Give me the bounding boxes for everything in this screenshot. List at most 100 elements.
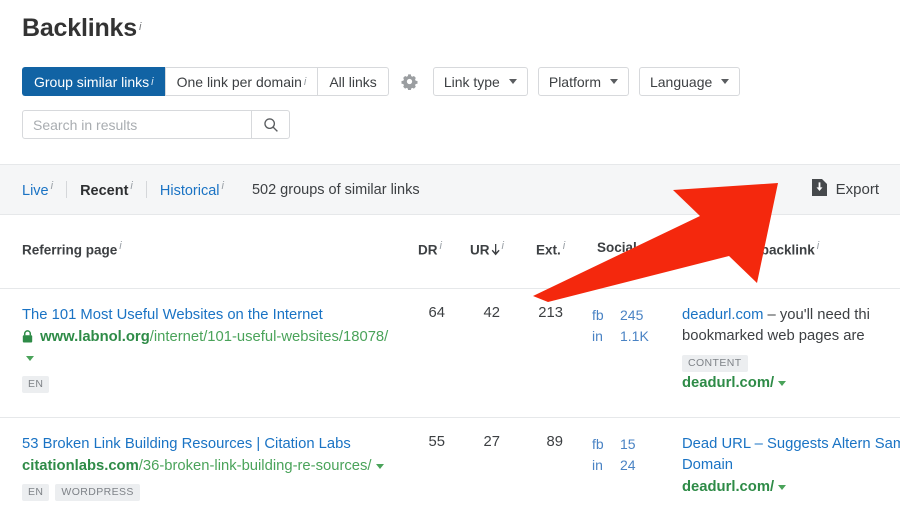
backlinks-page: Backlinksi Group similar linksi One link… [0,0,900,516]
column-header-dr[interactable]: DRi [418,240,442,258]
tab-group-similar-links-label: Group similar links [34,74,149,90]
referring-page-domain: citationlabs.com [22,458,139,474]
linkedin-icon-label: in [592,455,620,476]
chevron-down-icon [509,79,517,84]
column-info-icon[interactable]: i [563,240,565,252]
column-header-anchor-and-backlink[interactable]: Anchor and backlinki [682,240,819,258]
export-button[interactable]: Export [812,165,879,214]
tab-group-similar-links[interactable]: Group similar linksi [22,67,165,96]
tab-live[interactable]: Livei [22,180,53,199]
divider [66,181,67,198]
column-header-ur[interactable]: UR i [470,240,504,258]
referring-page-url[interactable]: citationlabs.com/36-broken-link-building… [22,456,400,477]
chevron-down-icon [721,79,729,84]
column-info-icon[interactable]: i [502,240,504,252]
page-title-row: Backlinksi [22,14,141,43]
lock-icon [22,331,37,347]
tab-one-link-per-domain[interactable]: One link per domaini [165,67,318,96]
social-linkedin[interactable]: in 24 [592,455,672,476]
ur-value: 27 [455,418,500,450]
results-count: 502 groups of similar links [252,182,420,198]
tab-group-similar-links-info-icon[interactable]: i [151,76,153,88]
anchor-surrounding-text: deadurl.com – you'll need thi bookmarked… [682,305,900,347]
column-info-icon[interactable]: i [119,240,121,252]
dropdown-platform-label: Platform [549,74,601,90]
table-row[interactable]: 53 Broken Link Building Resources | Cita… [0,418,900,516]
column-header-referring-page[interactable]: Referring pagei [22,240,122,258]
export-document-icon [812,179,827,201]
anchor-and-backlink-cell: deadurl.com – you'll need thi bookmarked… [682,289,900,394]
referring-page-path: /internet/101-useful-websites/18078/ [150,329,389,345]
chevron-down-icon[interactable] [778,485,786,490]
ext-value: 213 [518,289,563,321]
tab-historical-label: Historical [160,183,220,199]
anchor-link-text[interactable]: Dead URL – Suggests Altern Same Domain [682,436,900,473]
divider [146,181,147,198]
tab-recent[interactable]: Recenti [80,180,133,199]
backlink-target-url[interactable]: deadurl.com/ [682,477,900,498]
tab-historical-info-icon[interactable]: i [222,180,224,192]
referring-page-badges: EN [22,376,400,393]
language-badge: EN [22,376,49,393]
facebook-share-count: 15 [620,434,636,455]
facebook-icon-label: fb [592,434,620,455]
chevron-down-icon[interactable] [26,356,34,361]
filter-toolbar: Group similar linksi One link per domain… [22,67,750,96]
table-row[interactable]: The 101 Most Useful Websites on the Inte… [0,289,900,418]
tab-live-info-icon[interactable]: i [51,180,53,192]
search-icon[interactable] [251,111,289,138]
anchor-badges: CONTENT [682,353,900,372]
anchor-link-text[interactable]: deadurl.com [682,307,763,323]
referring-page-title-link[interactable]: 53 Broken Link Building Resources | Cita… [22,434,400,455]
referring-page-cell: 53 Broken Link Building Resources | Cita… [22,418,400,501]
column-info-icon[interactable]: i [817,240,819,252]
dr-value: 64 [400,289,445,321]
search-in-results [22,110,290,139]
referring-page-badges: EN WORDPRESS [22,484,400,501]
linkedin-share-count: 24 [620,455,636,476]
chevron-down-icon[interactable] [376,464,384,469]
index-tabs: Livei Recenti Historicali 502 groups of … [22,165,420,214]
column-header-social[interactable]: Social [597,240,637,255]
gear-icon[interactable] [401,73,419,91]
tab-recent-label: Recent [80,183,128,199]
dropdown-link-type-label: Link type [444,74,500,90]
export-label: Export [836,181,879,198]
chevron-down-icon[interactable] [778,381,786,386]
ext-value: 89 [518,418,563,450]
referring-page-path: /36-broken-link-building-re-sources/ [139,458,372,474]
tab-one-link-per-domain-info-icon[interactable]: i [304,76,306,88]
filter-dropdowns: Link type Platform Language [433,67,750,96]
backlink-target-url[interactable]: deadurl.com/ [682,373,900,394]
column-info-icon[interactable]: i [440,240,442,252]
results-status-bar: Livei Recenti Historicali 502 groups of … [0,164,900,215]
column-header-ext[interactable]: Ext.i [536,240,565,258]
tab-all-links[interactable]: All links [317,67,388,96]
facebook-share-count: 245 [620,305,643,326]
tab-live-label: Live [22,183,49,199]
social-facebook[interactable]: fb 245 [592,305,672,326]
backlinks-table: Referring pagei DRi UR i Ext.i Social An… [0,215,900,516]
referring-page-url[interactable]: www.labnol.org/internet/101-useful-websi… [22,327,400,369]
social-cell: fb 245 in 1.1K [592,289,672,347]
anchor-and-backlink-cell: Dead URL – Suggests Altern Same Domain d… [682,418,900,498]
social-facebook[interactable]: fb 15 [592,434,672,455]
dropdown-language[interactable]: Language [639,67,740,96]
table-header-row: Referring pagei DRi UR i Ext.i Social An… [0,215,900,289]
chevron-down-icon [610,79,618,84]
tab-historical[interactable]: Historicali [160,180,224,199]
referring-page-title-link[interactable]: The 101 Most Useful Websites on the Inte… [22,305,400,326]
dropdown-link-type[interactable]: Link type [433,67,528,96]
search-input[interactable] [23,111,251,138]
link-placement-badge: CONTENT [682,355,748,372]
ur-value: 42 [455,289,500,321]
tab-one-link-per-domain-label: One link per domain [177,74,302,90]
social-linkedin[interactable]: in 1.1K [592,326,672,347]
tab-recent-info-icon[interactable]: i [130,180,132,192]
sort-descending-icon [491,244,500,259]
referring-page-cell: The 101 Most Useful Websites on the Inte… [22,289,400,393]
dropdown-platform[interactable]: Platform [538,67,629,96]
platform-badge: WORDPRESS [55,484,139,501]
page-title-info-icon[interactable]: i [139,21,141,33]
page-title: Backlinks [22,14,137,43]
